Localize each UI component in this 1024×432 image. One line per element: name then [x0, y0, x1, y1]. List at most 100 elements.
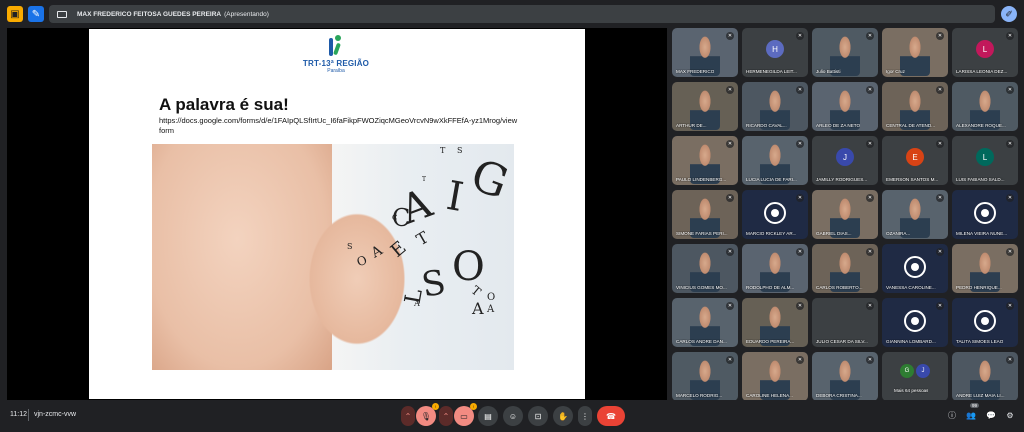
mic-muted-icon: ✕	[936, 32, 944, 40]
mic-muted-icon: ✕	[866, 356, 874, 364]
participant-name: Julio Battisti	[816, 69, 841, 74]
trt-logo-mark	[325, 35, 347, 57]
participant-tile[interactable]: ✕ Julio Battisti	[812, 28, 878, 77]
participant-tile[interactable]: ✕ PAULO LINDENBERG...	[672, 136, 738, 185]
camera-options-button[interactable]: ⌃	[439, 406, 453, 426]
participant-name: VANESSA CAROLINE...	[886, 285, 936, 290]
participant-tile[interactable]: L ✕ LARISSA LEONIA DEZ...	[952, 28, 1018, 77]
participant-tile[interactable]: ✕ VINICIUS GOMES MO...	[672, 244, 738, 293]
participant-name: LUIS FABIANO SALD...	[956, 177, 1005, 182]
participant-tile[interactable]: ✕ OZANIRA...	[882, 190, 948, 239]
reactions-button[interactable]: ☺	[503, 406, 523, 426]
participant-tile[interactable]: J ✕ JAMILLY RODRIGUES...	[812, 136, 878, 185]
leave-call-button[interactable]: ☎	[597, 406, 625, 426]
participant-tile[interactable]: ✕ PEDRO HENRIQUE...	[952, 244, 1018, 293]
participant-tile[interactable]: ✕ SIMONE FARIAS PERI...	[672, 190, 738, 239]
mic-muted-icon: ✕	[796, 194, 804, 202]
avatar: L	[976, 148, 994, 166]
presenter-status: (Apresentando)	[224, 10, 269, 18]
participant-tile[interactable]: ✕ DEBORA CRISTINA...	[812, 352, 878, 401]
chevron-up-icon: ⌃	[442, 411, 450, 421]
participant-tile[interactable]: ✕ ALEXANDRE ROQUE...	[952, 82, 1018, 131]
participant-name: MAX FREDERICO	[676, 69, 715, 74]
more-options-button[interactable]: ⋮	[578, 406, 592, 426]
participant-tile[interactable]: H ✕ HERMENEGILDA LEIT...	[742, 28, 808, 77]
mic-muted-icon: ✕	[1006, 248, 1014, 256]
participant-name: LUCIA LUCIA DE FARI...	[746, 177, 797, 182]
edit-icon[interactable]: ✎	[28, 6, 44, 22]
participant-tile[interactable]: ✕ MARCELO RODRIG...	[672, 352, 738, 401]
camera-reel-icon	[764, 202, 786, 224]
activities-button[interactable]: ⚙	[1004, 409, 1016, 421]
participant-tile[interactable]: E ✕ EMERSON SANTOS M...	[882, 136, 948, 185]
mic-muted-icon: ✕	[1006, 140, 1014, 148]
participant-tile[interactable]: ✕ EDUARDO PEREIRA...	[742, 298, 808, 347]
participant-tile[interactable]: ✕ CARLOS ROBERTO...	[812, 244, 878, 293]
mic-muted-icon: ✕	[726, 140, 734, 148]
participant-name: JULIO CESAR DA SILV...	[816, 339, 868, 344]
participant-tile[interactable]: ✕ RODOLPHO DE ALM...	[742, 244, 808, 293]
participant-tile[interactable]: ✕ Igor Cruz	[882, 28, 948, 77]
participant-name: CARLOS ANDRE DAN...	[676, 339, 727, 344]
trt-logo: TRT-13ª REGIÃO Paraíba	[301, 35, 371, 74]
participant-tile[interactable]: ✕ CAROLINE HELENA...	[742, 352, 808, 401]
participant-tile[interactable]: ✕ GABRIEL DIAS...	[812, 190, 878, 239]
camera-reel-icon	[904, 310, 926, 332]
pen-tool-icon[interactable]: ✐	[1001, 6, 1017, 22]
slide-image-woman-whispering: A I G C T E A O S O S L T O A A S T T A	[152, 144, 514, 370]
participant-tile[interactable]: ✕ MILENA VIEIRA NUNE...	[952, 190, 1018, 239]
avatar: H	[766, 40, 784, 58]
participant-tile[interactable]: ✕ JULIO CESAR DA SILV...	[812, 298, 878, 347]
mic-muted-icon: ✕	[726, 356, 734, 364]
mic-muted-icon: ✕	[936, 302, 944, 310]
people-button[interactable]: 👥	[965, 409, 977, 421]
participant-tile[interactable]: ✕ ARLEO DE ZA NETO	[812, 82, 878, 131]
participant-name: MARCELO RODRIG...	[676, 393, 723, 398]
participant-tile[interactable]: ✕ LUCIA LUCIA DE FARI...	[742, 136, 808, 185]
participant-tile[interactable]: ✕ MAX FREDERICO	[672, 28, 738, 77]
mic-muted-icon: ✕	[866, 302, 874, 310]
floating-letters: A I G C T E A O S O S L T O A A S T T A	[347, 146, 514, 318]
present-button[interactable]: ⊡	[528, 406, 548, 426]
participant-tile[interactable]: ✕ GIANNINA LOMBARD...	[882, 298, 948, 347]
participant-tile[interactable]: ✕ TALITA SIMOES LEAO	[952, 298, 1018, 347]
meeting-code[interactable]: vjn-zcmc-vvw	[34, 411, 76, 418]
present-to-all-icon[interactable]: ▣	[7, 6, 23, 22]
participant-tile[interactable]: ✕ CARLOS ANDRE DAN...	[672, 298, 738, 347]
participant-tile[interactable]: ✕ ARTHUR DE...	[672, 82, 738, 131]
participant-tile[interactable]: ✕ VANESSA CAROLINE...	[882, 244, 948, 293]
avatar: J	[836, 148, 854, 166]
participant-tile[interactable]: ✕ ANDRE LUIZ MAIA LI...	[952, 352, 1018, 401]
captions-button[interactable]: ▤	[478, 406, 498, 426]
chat-button[interactable]: 💬	[985, 409, 997, 421]
mic-muted-icon: ✕	[726, 248, 734, 256]
participant-name: MILENA VIEIRA NUNE...	[956, 231, 1008, 236]
camera-toggle-button[interactable]: ▭ !	[454, 403, 477, 426]
presentation-stage: TRT-13ª REGIÃO Paraíba A palavra é sua! …	[7, 28, 667, 400]
participant-name: TALITA SIMOES LEAO	[956, 339, 1004, 344]
avatar: G	[900, 364, 914, 378]
participant-tile[interactable]: L ✕ LUIS FABIANO SALD...	[952, 136, 1018, 185]
participant-name: RODOLPHO DE ALM...	[746, 285, 795, 290]
camera-reel-icon	[974, 202, 996, 224]
mic-muted-icon: ✕	[866, 140, 874, 148]
meeting-details-button[interactable]: ⓘ	[946, 409, 958, 421]
participant-tile[interactable]: ✕ MARCIO RICKLEY AR...	[742, 190, 808, 239]
mic-muted-icon: ✕	[866, 86, 874, 94]
camera-reel-icon	[974, 310, 996, 332]
mic-options-button[interactable]: ⌃	[401, 406, 415, 426]
camera-warning-badge: !	[470, 403, 477, 410]
microphone-toggle-button[interactable]: 🎙 !	[416, 403, 439, 426]
participant-name: GIANNINA LOMBARD...	[886, 339, 936, 344]
mic-warning-badge: !	[432, 403, 439, 410]
participant-name: JAMILLY RODRIGUES...	[816, 177, 868, 182]
mic-muted-icon: ✕	[936, 194, 944, 202]
participant-tile[interactable]: ✕ RICARDO CAVAL...	[742, 82, 808, 131]
mic-muted-icon: ✕	[726, 194, 734, 202]
mic-muted-icon: ✕	[866, 248, 874, 256]
mic-muted-icon: ✕	[936, 140, 944, 148]
more-participants-tile[interactable]: G J Mais 64 pessoas	[882, 352, 948, 401]
camera-off-icon: ▭	[460, 411, 468, 421]
participant-tile[interactable]: ✕ CENTRAL DE ATEND...	[882, 82, 948, 131]
raise-hand-button[interactable]: ✋	[553, 406, 573, 426]
